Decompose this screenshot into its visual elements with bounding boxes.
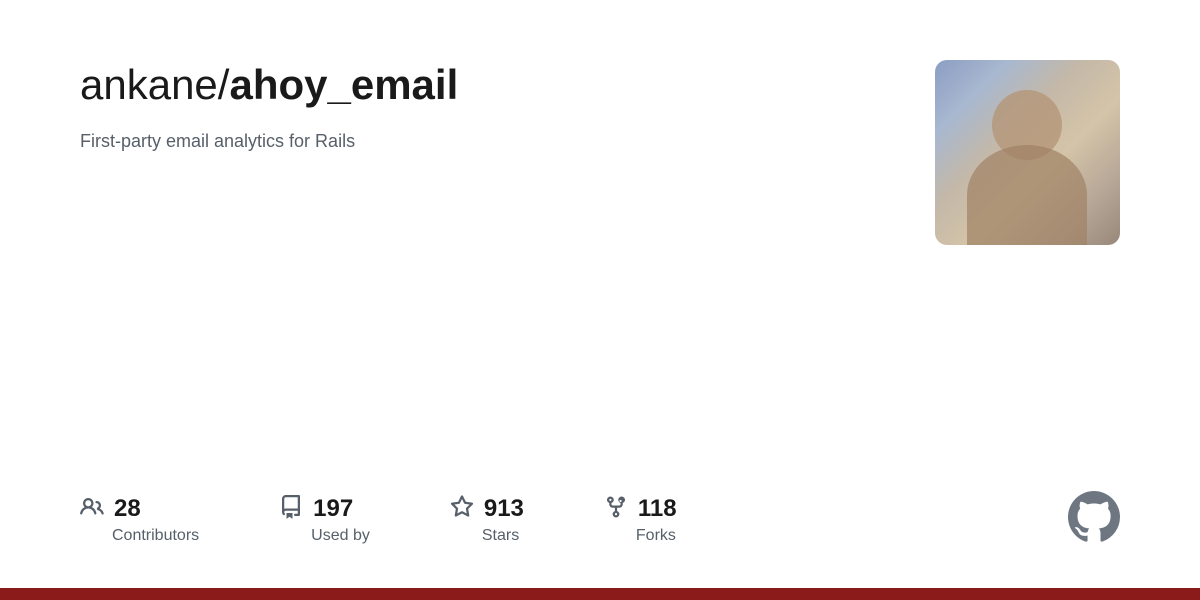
avatar[interactable]	[935, 60, 1120, 245]
stat-stars[interactable]: 913 Stars	[450, 495, 524, 545]
stat-contributors-top: 28	[80, 495, 141, 523]
contributors-icon	[80, 495, 104, 523]
repo-owner: ankane/	[80, 61, 229, 108]
stat-forks[interactable]: 118 Forks	[604, 495, 677, 545]
main-content: ankane/ahoy_email First-party email anal…	[0, 0, 1200, 588]
stat-used-by[interactable]: 197 Used by	[279, 495, 370, 545]
forks-label: Forks	[636, 527, 676, 545]
title-area: ankane/ahoy_email First-party email anal…	[80, 60, 895, 155]
used-by-icon	[279, 495, 303, 523]
avatar-container	[935, 60, 1120, 245]
stars-label: Stars	[482, 527, 519, 545]
stat-contributors[interactable]: 28 Contributors	[80, 495, 199, 545]
stat-used-by-top: 197	[279, 495, 353, 523]
repo-description: First-party email analytics for Rails	[80, 128, 895, 155]
header-section: ankane/ahoy_email First-party email anal…	[80, 60, 1120, 245]
fork-icon	[604, 495, 628, 523]
used-by-count: 197	[313, 495, 353, 523]
used-by-label: Used by	[311, 527, 370, 545]
star-icon	[450, 495, 474, 523]
contributors-label: Contributors	[112, 527, 199, 545]
stat-forks-top: 118	[604, 495, 677, 523]
repo-title[interactable]: ankane/ahoy_email	[80, 60, 895, 110]
stars-count: 913	[484, 495, 524, 523]
stats-section: 28 Contributors 197 Used by	[80, 451, 1120, 548]
github-logo-icon	[1068, 491, 1120, 543]
github-logo-container[interactable]	[1068, 491, 1120, 548]
repo-name: ahoy_email	[229, 61, 458, 108]
stat-stars-top: 913	[450, 495, 524, 523]
forks-count: 118	[638, 495, 677, 523]
bottom-bar	[0, 588, 1200, 600]
contributors-count: 28	[114, 495, 141, 523]
